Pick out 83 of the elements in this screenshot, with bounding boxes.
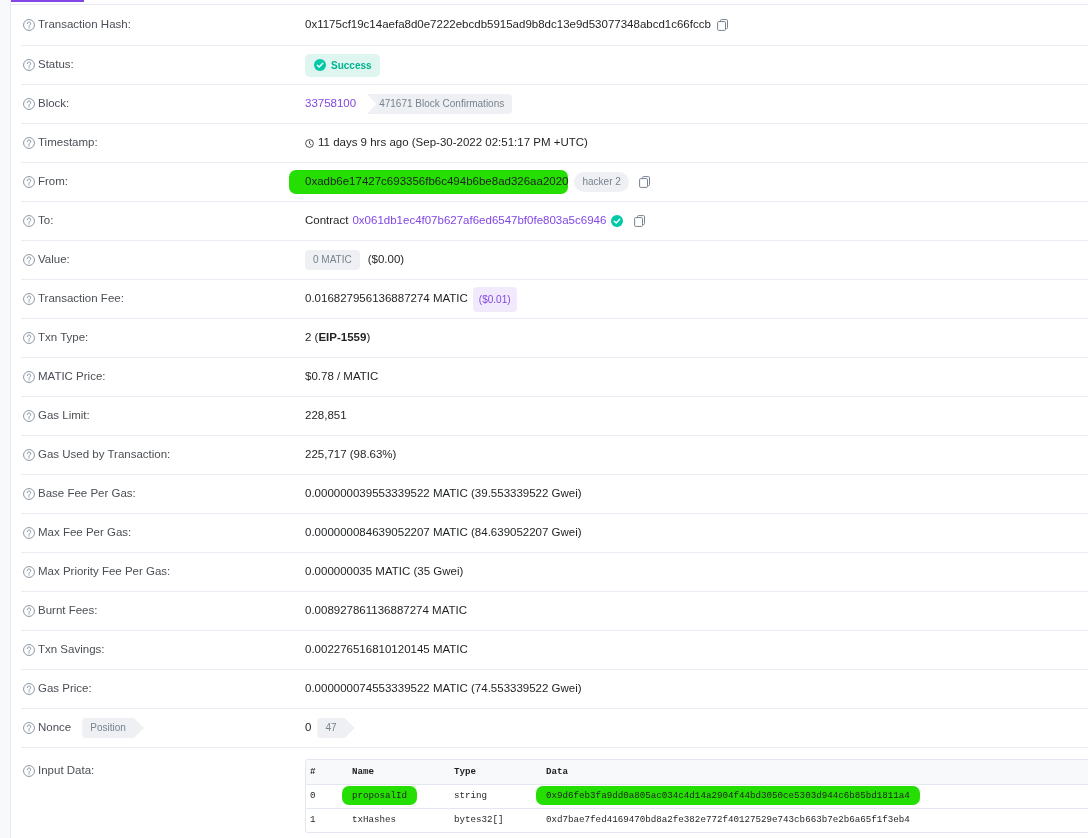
field-label: Timestamp: — [38, 135, 98, 151]
status-text: Success — [331, 58, 372, 73]
table-cell: proposalId — [342, 786, 418, 806]
contract-address-link[interactable]: 0x061db1ec4f07b627af6ed6547bf0fe803a5c6946 — [352, 212, 607, 230]
help-icon[interactable] — [23, 137, 35, 149]
position-number-badge: 47 — [317, 718, 355, 738]
help-icon[interactable] — [23, 410, 35, 422]
field-value: 0.000000039553339522 MATIC (39.553339522 Gwei) — [305, 486, 582, 502]
field-label: To: — [38, 213, 54, 229]
field-label: Transaction Fee: — [38, 291, 124, 307]
help-icon[interactable] — [23, 254, 35, 266]
table-cell: 0xd7bae7fed4169470bd8a2fe382e772f40127529e743cb663b7e2b6a65f1f3eb4 — [546, 814, 910, 826]
field-value: 2 (EIP-1559) — [305, 330, 371, 346]
help-icon[interactable] — [23, 605, 35, 617]
fee-usd-badge: ($0.01) — [472, 286, 517, 312]
help-icon[interactable] — [23, 644, 35, 656]
help-icon[interactable] — [23, 332, 35, 344]
timestamp-value: 11 days 9 hrs ago (Sep-30-2022 02:51:17 PM +UTC) — [318, 135, 588, 151]
usd-value: ($0.00) — [367, 252, 405, 268]
copy-icon[interactable] — [638, 176, 650, 188]
field-value: 0.000000035 MATIC (35 Gwei) — [305, 564, 464, 580]
field-value: 228,851 — [305, 408, 347, 424]
field-label: Transaction Hash: — [38, 17, 131, 33]
field-value: 0.008927861136887274 MATIC — [305, 603, 467, 619]
field-label: Burnt Fees: — [38, 603, 98, 619]
field-label: Value: — [38, 252, 70, 268]
table-cell: 0 — [310, 790, 316, 802]
hash-value: 0x1175cf19c14aefa8d0e7222ebcdb5915ad9b8dc13e9d53077348abcd1c66fccb — [305, 17, 711, 33]
table-cell: 1 — [310, 814, 316, 826]
help-icon[interactable] — [23, 566, 35, 578]
help-icon[interactable] — [23, 449, 35, 461]
check-circle-icon — [314, 59, 326, 71]
field-label: Nonce — [38, 720, 72, 736]
help-icon[interactable] — [23, 293, 35, 305]
help-icon[interactable] — [23, 176, 35, 188]
help-icon[interactable] — [23, 764, 35, 777]
address-tag: hacker 2 — [574, 172, 629, 192]
amount-badge: 0 MATIC — [305, 250, 360, 270]
nonce-value: 0 — [305, 720, 312, 736]
field-label: Max Fee Per Gas: — [38, 525, 132, 541]
help-icon[interactable] — [23, 59, 35, 71]
field-label: Max Priority Fee Per Gas: — [38, 564, 171, 580]
field-label: MATIC Price: — [38, 369, 106, 385]
table-header-cell: # — [306, 760, 348, 784]
help-icon[interactable] — [23, 488, 35, 500]
field-label: Gas Price: — [38, 681, 92, 697]
table-header-cell: Data — [542, 760, 1088, 784]
block-link[interactable]: 33758100 — [305, 95, 357, 113]
field-label: Status: — [38, 57, 74, 73]
help-icon[interactable] — [23, 683, 35, 695]
table-cell: string — [454, 790, 488, 802]
position-badge: Position — [82, 718, 144, 738]
clock-icon — [305, 138, 314, 148]
field-label: Gas Used by Transaction: — [38, 447, 171, 463]
table-header-cell: Name — [348, 760, 450, 784]
field-label: Txn Type: — [38, 330, 89, 346]
help-icon[interactable] — [23, 98, 35, 110]
copy-icon[interactable] — [716, 19, 728, 31]
fee-value: 0.016827956136887274 MATIC — [305, 291, 468, 307]
table-cell: bytes32[] — [454, 814, 504, 826]
field-label: Input Data: — [38, 763, 95, 778]
field-label: Txn Savings: — [38, 642, 105, 658]
field-label: From: — [38, 174, 69, 190]
field-value: $0.78 / MATIC — [305, 369, 379, 385]
confirmations-badge: 471671 Block Confirmations — [367, 94, 513, 114]
contract-label: Contract — [305, 213, 349, 229]
table-cell: txHashes — [352, 814, 397, 826]
field-label: Base Fee Per Gas: — [38, 486, 136, 502]
help-icon[interactable] — [23, 722, 35, 734]
field-label: Gas Limit: — [38, 408, 90, 424]
help-icon[interactable] — [23, 527, 35, 539]
field-value: 225,717 (98.63%) — [305, 447, 397, 463]
field-value: 0.002276516810120145 MATIC — [305, 642, 468, 658]
copy-icon[interactable] — [634, 215, 646, 227]
table-cell: 0x9d6feb3fa9dd0a805ac034c4d14a2904f44bd3050ce5303d944c6b85bd1811a4 — [536, 786, 920, 806]
help-icon[interactable] — [23, 215, 35, 227]
table-header-cell: Type — [450, 760, 542, 784]
address-text: 0xadb6e17427c693356fb6c494b6be8ad326aa2020 — [289, 170, 569, 194]
field-value: 0.000000084639052207 MATIC (84.639052207 Gwei) — [305, 525, 582, 541]
field-label: Block: — [38, 96, 70, 112]
help-icon[interactable] — [23, 371, 35, 383]
help-icon[interactable] — [23, 19, 35, 31]
field-value: 0.000000074553339522 MATIC (74.553339522 Gwei) — [305, 681, 582, 697]
